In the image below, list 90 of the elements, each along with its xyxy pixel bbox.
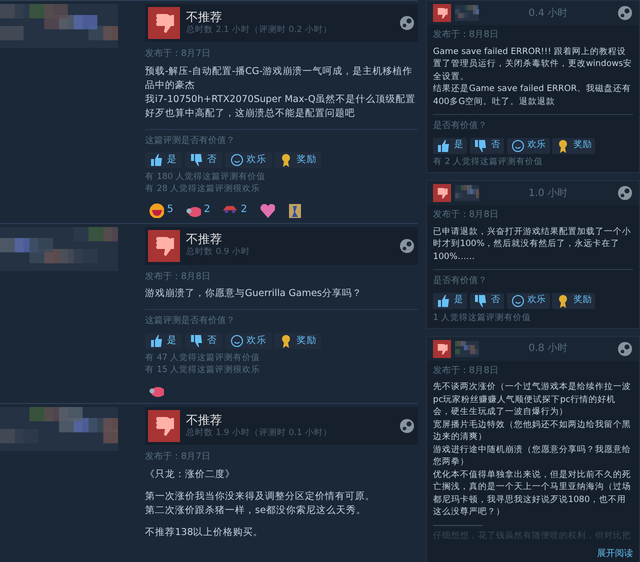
review-text: 游戏进行途中随机崩溃（您愿意分享吗？我愿意给您两拳） [433,444,632,468]
review-text: 已申请退款，兴奋打开游戏结果配置加载了一个小时才到100%，然后就没有然后了，永远卡在了100%…… [433,226,632,264]
review-text: 先不谈两次涨价（一个过气游戏本是给续作拉一波pc玩家粉丝赚赚人气顺便试探下pc行情的好机会，硬生生玩成了一波自爆行为） [433,381,632,418]
thumbs-down-icon [474,138,488,152]
smiley-icon [510,138,524,152]
review-text: 预载-解压-自动配置-播CG-游戏崩溃一气呵成，是主机移植作品中的豪杰 [145,64,414,92]
vote-button[interactable]: 奖励 [552,292,596,309]
playtime: 0.4 小时 [527,6,569,20]
award-count: 5 [167,203,174,217]
vote-button[interactable]: 欢乐 [224,152,272,168]
review-text: 宽屏播片毛边特效（您他妈还不如两边给我留个黑边来的清爽） [433,418,632,444]
award[interactable]: 2 [182,200,214,218]
thumbs-down-icon [433,184,451,202]
review-text: Game save failed ERROR!!! 跟着网上的教程设置了管理员运行，关闭杀毒软件，更改windows安全设置。 [433,46,633,83]
vote-button[interactable]: 欢乐 [506,292,550,309]
posted-date: 发布于：8月7日 [145,451,212,464]
vote-button[interactable]: 欢乐 [224,332,272,349]
review-text: 《只龙：涨价二度》 [145,468,236,482]
helpful-prompt: 这篇评测是否有价值？ [145,315,236,328]
logo-icon [617,185,633,202]
award-count: 2 [204,203,210,217]
review-text: 我i7-10750h+RTX2070Super Max-Q虽然不是什么顶级配置好歹也算中高配了，这崩溃总不能是配置问题吧 [145,92,416,120]
posted-date: 发布于：8月8日 [145,270,212,284]
car-icon [222,205,238,214]
thumbs-up-icon [150,153,164,168]
vote-button[interactable]: 是 [145,332,182,349]
helpful-count: 1 人觉得这篇评测有价值 [433,312,532,324]
review-text: 第一次涨价我当你没来得及调整分区定价情有可原。 [145,490,376,504]
posted-date: 发布于：8月7日 [145,48,212,61]
thumbs-down-icon [433,340,451,358]
helpful-prompt: 是否有价值？ [433,120,488,133]
review-text: 第二次涨价跟杀猪一样，se都没你索尼这么天秀。 [145,504,367,518]
vote-button[interactable]: 奖励 [274,332,322,349]
logo-icon [399,238,415,254]
vote-button[interactable]: 是 [433,292,467,309]
helpful-count: 有 15 人觉得这篇评测很欢乐 [145,364,262,376]
playtime: 总时数 0.9 小时 [186,246,251,259]
thumbs-down-icon [148,410,180,442]
review-text: 游戏崩溃了，你愿意与Guerrilla Games分享吗？ [145,287,363,301]
vote-button[interactable]: 是 [433,138,467,154]
award-count: 2 [240,203,248,217]
review-text: 优化本不值得单独拿出来说，但是对比前不久的死亡搁浅，真的是一个天上一个马里亚纳海沟（过场都尼玛卡顿，我寻思我这好说歹说1080，也不用这么没尊严吧？） [433,468,632,518]
vote-button[interactable]: 欢乐 [506,138,550,154]
logo-icon [617,340,633,356]
thumbs-down-icon [474,294,488,308]
posted-date: 发布于：8月8日 [433,29,500,42]
vote-button[interactable]: 否 [184,332,222,349]
thumbs-up-icon [150,334,164,348]
logo-icon [399,418,415,434]
review-text: 不推荐138以上价格购买。 [145,526,264,540]
vote-button[interactable]: 否 [470,292,504,309]
award[interactable]: 2 [218,200,250,218]
thumbs-down-icon [433,4,451,22]
helpful-count: 有 2 人觉得这篇评测有价值 [433,156,544,168]
thumbs-down-icon [190,334,204,348]
laughing-face-icon [148,202,164,218]
review-text: 结果还是Game save failed ERROR。我磁盘还有400多G空间。吐了。退款退款 [433,83,632,108]
smiley-icon [510,294,524,308]
helpful-prompt: 这篇评测是否有价值？ [145,134,236,148]
helpful-count: 有 28 人觉得这篇评测很欢乐 [145,183,262,195]
vote-button[interactable]: 是 [145,152,182,168]
figure-icon [286,202,302,218]
thumbs-up-icon [437,294,451,308]
thumbs-down-icon [148,7,180,39]
posted-date: 发布于：8月8日 [433,209,500,222]
review-verdict: 不推荐 [186,412,223,427]
helpful-count: 有 180 人觉得这篇评测有价值 [145,171,267,183]
review-verdict: 不推荐 [186,232,223,246]
vote-button[interactable]: 奖励 [552,138,596,154]
posted-date: 发布于：8月8日 [433,364,500,378]
vote-button[interactable]: 否 [184,152,222,168]
playtime: 0.8 小时 [527,342,569,356]
logo-icon [617,5,633,21]
review-verdict: 不推荐 [186,10,223,24]
thumbs-up-icon [437,138,451,152]
playtime: 总时数 1.9 小时（评测时 0.1 小时） [186,426,333,440]
smiley-icon [230,334,244,348]
helpful-prompt: 是否有价值？ [433,275,488,288]
vote-button[interactable]: 否 [470,138,504,154]
logo-icon [399,15,415,31]
thumbs-down-icon [148,230,180,262]
read-more-link[interactable]: 展开阅读 [597,549,633,560]
thumbs-down-icon [190,153,204,168]
award[interactable]: 5 [145,200,176,218]
vote-button[interactable]: 奖励 [274,152,322,168]
playtime: 1.0 小时 [527,186,569,201]
heart-icon [258,202,275,218]
playtime: 总时数 2.1 小时（评测时 0.2 小时） [186,24,333,36]
smiley-icon [230,153,244,168]
helpful-count: 有 47 人觉得这篇评测有价值 [145,352,262,364]
